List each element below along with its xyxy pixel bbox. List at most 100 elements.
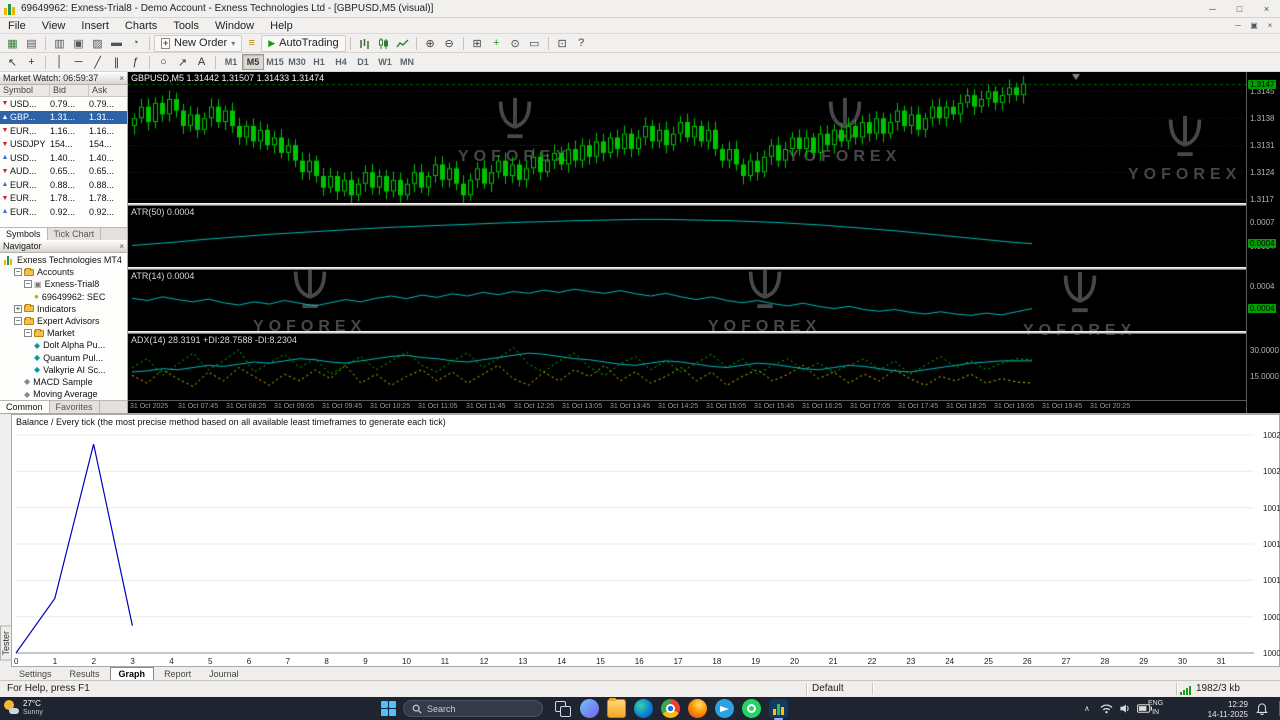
market-watch-row[interactable]: ▼ EUR... 1.16... 1.16... bbox=[0, 124, 127, 138]
timeframe-m1[interactable]: M1 bbox=[220, 54, 242, 70]
menu-tools[interactable]: Tools bbox=[165, 18, 207, 34]
firefox-icon[interactable] bbox=[688, 699, 707, 718]
tester-side-tab[interactable]: Tester bbox=[0, 414, 11, 667]
navigator-item[interactable]: − ▣ Exness-Trial8 bbox=[0, 278, 127, 290]
timeframe-w1[interactable]: W1 bbox=[374, 54, 396, 70]
market-watch-row[interactable]: ▲ USD... 1.40... 1.40... bbox=[0, 151, 127, 165]
start-button[interactable] bbox=[381, 701, 396, 716]
main-chart-pane[interactable]: GBPUSD,M5 1.31442 1.31507 1.31433 1.3147… bbox=[128, 72, 1246, 203]
wifi-icon[interactable] bbox=[1100, 703, 1113, 714]
tester-tab-report[interactable]: Report bbox=[156, 668, 199, 680]
chevron-up-icon[interactable]: ∧ bbox=[1084, 704, 1090, 713]
adx-pane[interactable]: ADX(14) 28.3191 +DI:28.7588 -DI:8.2304 bbox=[128, 334, 1246, 400]
market-watch-toggle-icon[interactable]: ▥ bbox=[50, 35, 69, 52]
market-watch-row[interactable]: ▲ GBP... 1.31... 1.31... bbox=[0, 110, 127, 124]
periods-list-icon[interactable]: ⊙ bbox=[506, 35, 525, 52]
market-watch-row[interactable]: ▲ EUR... 0.88... 0.88... bbox=[0, 178, 127, 192]
crosshair-icon[interactable]: + bbox=[22, 54, 41, 71]
menu-help[interactable]: Help bbox=[262, 18, 301, 34]
pane-separator[interactable] bbox=[128, 331, 1280, 334]
navigator-item[interactable]: − Accounts bbox=[0, 266, 127, 278]
navigator-item[interactable]: ◆ MACD Sample bbox=[0, 376, 127, 388]
vertical-line-icon[interactable]: │ bbox=[50, 54, 69, 71]
tile-windows-icon[interactable]: ⊞ bbox=[468, 35, 487, 52]
templates-menu-icon[interactable]: ▭ bbox=[525, 35, 544, 52]
collapse-icon[interactable]: − bbox=[24, 280, 32, 289]
strategy-tester-toggle-icon[interactable]: ◔ bbox=[126, 35, 145, 52]
text-label-icon[interactable]: A bbox=[192, 54, 211, 71]
file-explorer-icon[interactable] bbox=[607, 698, 626, 718]
fibonacci-icon[interactable]: ƒ bbox=[126, 54, 145, 71]
market-watch-row[interactable]: ▼ EUR... 1.78... 1.78... bbox=[0, 192, 127, 206]
market-watch-row[interactable]: ▲ EUR... 0.92... 0.92... bbox=[0, 205, 127, 219]
collapse-icon[interactable]: − bbox=[14, 268, 22, 277]
pane-separator[interactable] bbox=[128, 267, 1280, 270]
market-watch-tab-symbols[interactable]: Symbols bbox=[0, 228, 48, 240]
bars-chart-icon[interactable] bbox=[355, 35, 374, 52]
collapse-icon[interactable]: − bbox=[14, 317, 22, 326]
menu-file[interactable]: File bbox=[0, 18, 34, 34]
timeframe-m30[interactable]: M30 bbox=[286, 54, 308, 70]
metaeditor-icon[interactable]: ≡ bbox=[242, 35, 261, 52]
whatsapp-icon[interactable] bbox=[742, 699, 761, 718]
navigator-toggle-icon[interactable]: ▨ bbox=[88, 35, 107, 52]
child-minimize-button[interactable]: ─ bbox=[1230, 18, 1246, 33]
line-chart-icon[interactable] bbox=[393, 35, 412, 52]
zoom-out-icon[interactable]: ⊖ bbox=[440, 35, 459, 52]
timeframe-d1[interactable]: D1 bbox=[352, 54, 374, 70]
atr14-pane[interactable]: ATR(14) 0.0004 bbox=[128, 270, 1246, 331]
navigator-tab-common[interactable]: Common bbox=[0, 401, 50, 413]
menu-view[interactable]: View bbox=[34, 18, 74, 34]
fullscreen-icon[interactable]: ⊡ bbox=[553, 35, 572, 52]
tester-tab-settings[interactable]: Settings bbox=[11, 668, 60, 680]
help-toolbar-icon[interactable]: ? bbox=[572, 35, 591, 52]
atr50-pane[interactable]: ATR(50) 0.0004 bbox=[128, 206, 1246, 267]
cursor-icon[interactable]: ↖ bbox=[3, 54, 22, 71]
child-restore-button[interactable]: ▣ bbox=[1246, 18, 1262, 33]
data-window-icon[interactable]: ▣ bbox=[69, 35, 88, 52]
tester-tab-graph[interactable]: Graph bbox=[109, 667, 155, 680]
menu-window[interactable]: Window bbox=[207, 18, 262, 34]
notification-bell-icon[interactable] bbox=[1256, 702, 1268, 720]
chrome-icon[interactable] bbox=[661, 699, 680, 718]
volume-icon[interactable] bbox=[1119, 703, 1131, 714]
edge-icon[interactable] bbox=[634, 699, 653, 718]
shapes-icon[interactable]: ○ bbox=[154, 54, 173, 71]
weather-widget[interactable]: 27°C Sunny bbox=[4, 699, 43, 716]
close-icon[interactable]: × bbox=[119, 242, 124, 251]
market-watch-row[interactable]: ▼ USDJPY 154... 154... bbox=[0, 138, 127, 152]
expand-icon[interactable]: + bbox=[14, 304, 22, 313]
market-watch-row[interactable]: ▼ USD... 0.79... 0.79... bbox=[0, 97, 127, 111]
profiles-icon[interactable]: ▤ bbox=[22, 35, 41, 52]
copilot-icon[interactable] bbox=[580, 699, 599, 718]
zoom-in-icon[interactable]: ⊕ bbox=[421, 35, 440, 52]
timeframe-h1[interactable]: H1 bbox=[308, 54, 330, 70]
market-watch-row[interactable]: ▼ AUD... 0.65... 0.65... bbox=[0, 165, 127, 179]
collapse-icon[interactable]: − bbox=[24, 329, 32, 338]
navigator-item[interactable]: ◆ Moving Average bbox=[0, 388, 127, 400]
pane-separator[interactable] bbox=[128, 203, 1280, 206]
mt4-icon[interactable] bbox=[769, 699, 788, 720]
timeframe-mn[interactable]: MN bbox=[396, 54, 418, 70]
new-order-button[interactable]: New Order▾ bbox=[154, 34, 243, 52]
arrows-icon[interactable]: ↗ bbox=[173, 54, 192, 71]
timeframe-m15[interactable]: M15 bbox=[264, 54, 286, 70]
candlestick-chart-icon[interactable] bbox=[374, 35, 393, 52]
language-indicator[interactable]: ENG IN bbox=[1148, 700, 1163, 718]
indicators-add-icon[interactable]: + bbox=[487, 35, 506, 52]
navigator-item[interactable]: − Expert Advisors bbox=[0, 315, 127, 327]
tester-tab-journal[interactable]: Journal bbox=[201, 668, 247, 680]
navigator-item[interactable]: ◆ Quantum Pul... bbox=[0, 352, 127, 364]
navigator-item[interactable]: ◆ Dolt Alpha Pu... bbox=[0, 339, 127, 351]
close-icon[interactable]: × bbox=[119, 74, 124, 83]
maximize-button[interactable]: □ bbox=[1226, 0, 1253, 18]
close-button[interactable]: × bbox=[1253, 0, 1280, 18]
menu-insert[interactable]: Insert bbox=[73, 18, 117, 34]
child-close-button[interactable]: × bbox=[1262, 18, 1278, 33]
menu-charts[interactable]: Charts bbox=[117, 18, 165, 34]
task-view-icon[interactable] bbox=[553, 699, 572, 718]
timeframe-m5[interactable]: M5 bbox=[242, 54, 264, 70]
tester-tab-results[interactable]: Results bbox=[62, 668, 108, 680]
terminal-toggle-icon[interactable]: ▬ bbox=[107, 35, 126, 52]
taskbar-clock[interactable]: 12:29 14-11-2025 bbox=[1186, 700, 1248, 720]
